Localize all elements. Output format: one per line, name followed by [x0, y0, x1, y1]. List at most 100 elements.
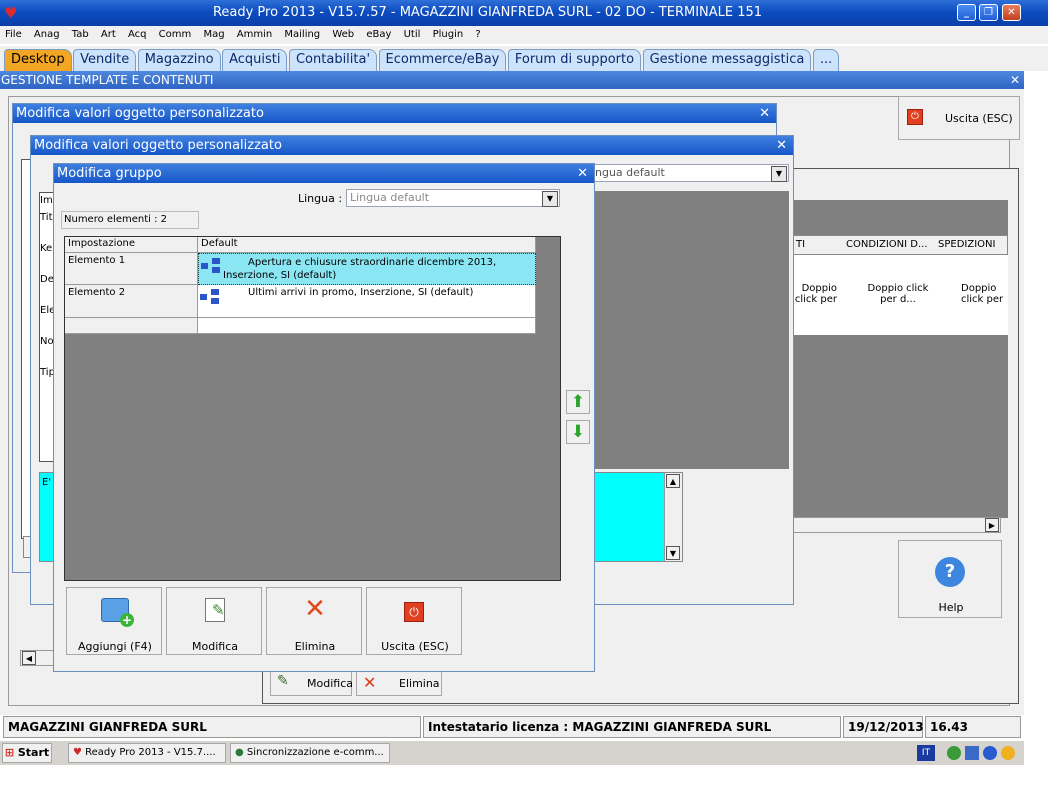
tab-contabilita[interactable]: Contabilita': [288, 49, 378, 71]
section-title: GESTIONE TEMPLATE E CONTENUTI: [1, 73, 214, 87]
main-exit-label: Uscita (ESC): [945, 112, 1013, 125]
taskbar-item-readypro[interactable]: ♥ Ready Pro 2013 - V15.7....: [68, 743, 226, 763]
bg-elimina-button[interactable]: ✕ Elimina: [356, 670, 442, 696]
minimize-button[interactable]: _: [957, 4, 976, 21]
lingua-chevron-down-icon[interactable]: ▼: [542, 191, 558, 207]
tab-forum[interactable]: Forum di supporto: [507, 49, 642, 71]
move-down-button[interactable]: ⬇: [566, 420, 590, 444]
add-button[interactable]: + Aggiungi (F4): [66, 587, 162, 655]
menu-ammin[interactable]: Ammin: [237, 29, 272, 40]
tab-acquisti[interactable]: Acquisti: [222, 49, 288, 71]
tab-messaggistica[interactable]: Gestione messaggistica: [642, 49, 812, 71]
row-1-value: Apertura e chiusure straordinarie dicemb…: [223, 257, 497, 281]
menu-mag[interactable]: Mag: [203, 29, 224, 40]
edit-label: Modifica: [192, 640, 238, 653]
tab-more[interactable]: ...: [812, 49, 840, 71]
bg-cell-1[interactable]: Doppio click per d...: [793, 283, 837, 305]
col-impostazione: Impostazione: [65, 237, 198, 253]
dialog-modifica-gruppo: Modifica gruppo ✕ Lingua : Lingua defaul…: [53, 163, 595, 672]
menu-bar: File Anag Tab Art Acq Comm Mag Ammin Mai…: [0, 26, 1048, 44]
scroll-down-icon[interactable]: ▼: [666, 546, 680, 560]
bg-cell-3[interactable]: Doppio click per: [961, 283, 1007, 305]
background-hscroll[interactable]: ▶: [793, 517, 1001, 533]
menu-mailing[interactable]: Mailing: [284, 29, 320, 40]
dialog-2-title-bar: Modifica valori oggetto personalizzato ✕: [31, 136, 793, 155]
bg-modifica-button[interactable]: ✎ Modifica: [270, 670, 353, 696]
row-3-value[interactable]: [198, 318, 536, 334]
background-grid-row: Doppio click per d... Doppio click per d…: [793, 255, 1008, 335]
group-grid-rows: Elemento 1 Apertura e chiusure straordin…: [65, 253, 536, 334]
chevron-down-icon[interactable]: ▼: [771, 166, 787, 182]
power-icon: ⏻: [907, 109, 923, 125]
edit-button[interactable]: ✎ Modifica: [166, 587, 262, 655]
tab-bar: Desktop Vendite Magazzino Acquisti Conta…: [0, 46, 1048, 71]
dialog-1-title: Modifica valori oggetto personalizzato: [16, 106, 264, 121]
close-button[interactable]: ✕: [1002, 4, 1021, 21]
maximize-button[interactable]: ❐: [979, 4, 998, 21]
tab-magazzino[interactable]: Magazzino: [137, 49, 221, 71]
delete-label: Elimina: [294, 640, 336, 653]
section-header: GESTIONE TEMPLATE E CONTENUTI ✕: [0, 71, 1024, 89]
background-grid-gray-bottom: [793, 335, 1008, 518]
menu-file[interactable]: File: [5, 29, 22, 40]
move-up-button[interactable]: ⬆: [566, 390, 590, 414]
menu-ebay[interactable]: eBay: [366, 29, 391, 40]
edit-doc-icon: ✎: [205, 598, 225, 622]
lang-indicator[interactable]: IT: [917, 745, 935, 761]
lingua-combo[interactable]: Lingua default ▼: [346, 189, 560, 207]
menu-tab[interactable]: Tab: [72, 29, 89, 40]
delete-button[interactable]: ✕ Elimina: [266, 587, 362, 655]
menu-plugin[interactable]: Plugin: [433, 29, 464, 40]
exit-button[interactable]: ⏻ Uscita (ESC): [366, 587, 462, 655]
edit-icon: ✎: [277, 673, 289, 689]
row-2-name[interactable]: Elemento 2: [65, 285, 198, 318]
warning-icon[interactable]: [1001, 746, 1015, 760]
background-row-cells: Doppio click per d... Doppio click per d…: [793, 283, 1008, 305]
row-1-value-cell[interactable]: Apertura e chiusure straordinarie dicemb…: [198, 253, 536, 285]
dialog-1-close-icon[interactable]: ✕: [759, 104, 770, 123]
start-button[interactable]: ⊞ Start: [2, 743, 52, 763]
monitor-icon[interactable]: [965, 746, 979, 760]
bg-cell-2[interactable]: Doppio click per d...: [865, 283, 931, 305]
status-date: 19/12/2013: [843, 716, 924, 738]
tab-vendite[interactable]: Vendite: [73, 49, 137, 71]
network-icon[interactable]: [947, 746, 961, 760]
row-3-name[interactable]: [65, 318, 198, 334]
menu-comm[interactable]: Comm: [159, 29, 192, 40]
delete-icon: ✕: [363, 673, 377, 692]
background-grid-header: TI CONDIZIONI D... SPEDIZIONI: [793, 235, 1008, 255]
menu-anag[interactable]: Anag: [34, 29, 60, 40]
group-grid-header: Impostazione Default: [65, 237, 536, 253]
taskbar-item-sync[interactable]: ● Sincronizzazione e-comm...: [230, 743, 390, 763]
windows-logo-icon: ⊞: [4, 746, 15, 759]
scroll-up-icon[interactable]: ▲: [666, 474, 680, 488]
main-exit-button[interactable]: ⏻ Uscita (ESC): [898, 96, 1020, 140]
count-field: Numero elementi : 2: [61, 211, 199, 229]
messenger-icon[interactable]: [983, 746, 997, 760]
menu-util[interactable]: Util: [404, 29, 421, 40]
text-area-scrollbar[interactable]: ▲ ▼: [664, 473, 682, 561]
delete-x-icon: ✕: [304, 594, 326, 624]
taskbar-item-2-label: Sincronizzazione e-comm...: [246, 747, 384, 758]
dialog-2-close-icon[interactable]: ✕: [776, 136, 787, 155]
tab-desktop[interactable]: Desktop: [4, 49, 72, 71]
menu-acq[interactable]: Acq: [128, 29, 147, 40]
dialog-1-title-bar: Modifica valori oggetto personalizzato ✕: [13, 104, 776, 123]
tab-ecommerce[interactable]: Ecommerce/eBay: [378, 49, 507, 71]
scroll-right-icon[interactable]: ▶: [985, 518, 999, 532]
row-1-name[interactable]: Elemento 1: [65, 253, 198, 285]
row-2-value-cell[interactable]: Ultimi arrivi in promo, Inserzione, SI (…: [198, 285, 536, 318]
letter-e: E': [42, 477, 52, 488]
bg-col-spedizioni: SPEDIZIONI: [938, 239, 996, 250]
help-button[interactable]: ? Help: [898, 540, 1002, 618]
section-close-icon[interactable]: ✕: [1010, 71, 1020, 89]
app-title-bar: ♥ Ready Pro 2013 - V15.7.57 - MAGAZZINI …: [0, 0, 1048, 26]
dialog-2-lingua-combo[interactable]: ngua default ▼: [571, 164, 789, 182]
menu-help[interactable]: ?: [475, 29, 480, 40]
menu-art[interactable]: Art: [101, 29, 116, 40]
bg-elimina-label: Elimina: [399, 677, 440, 690]
scroll-left-icon[interactable]: ◀: [22, 651, 36, 665]
menu-web[interactable]: Web: [332, 29, 354, 40]
exit-label: Uscita (ESC): [381, 640, 449, 653]
dialog-3-close-icon[interactable]: ✕: [577, 164, 588, 183]
